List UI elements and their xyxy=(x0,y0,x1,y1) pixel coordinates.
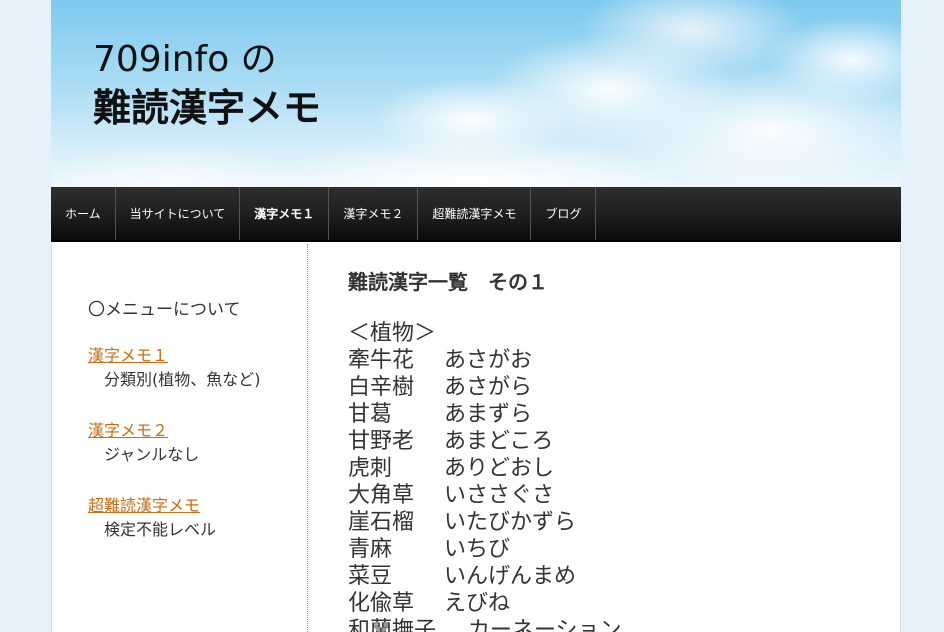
sidebar: 〇メニューについて 漢字メモ１ 分類別(植物、魚など) 漢字メモ２ ジャンルなし… xyxy=(52,244,308,632)
list-item: 白辛樹 あさがら xyxy=(348,374,622,401)
kanji-reading: あさがお xyxy=(444,348,533,373)
sidebar-item-super-kanji-memo: 超難読漢字メモ 検定不能レベル xyxy=(88,495,216,543)
nav-item-super-kanji-memo[interactable]: 超難読漢字メモ xyxy=(418,187,532,240)
kanji-reading: いたびかずら xyxy=(444,510,577,535)
nav-item-home[interactable]: ホーム xyxy=(51,187,116,240)
list-item: 大角草 いささぐさ xyxy=(348,482,622,509)
main-article: 難読漢字一覧 その１ ＜植物＞ 牽牛花 あさがお 白辛樹 あさがら 甘葛 あまずら 甘… xyxy=(348,244,898,632)
kanji-word: 甘葛 xyxy=(348,402,393,427)
kanji-word: 菜豆 xyxy=(348,564,393,589)
kanji-word: 化偸草 xyxy=(348,591,415,616)
nav-item-blog[interactable]: ブログ xyxy=(531,187,597,240)
sidebar-item-kanji-memo-2: 漢字メモ２ ジャンルなし xyxy=(88,420,199,468)
list-item: 菜豆 いんげんまめ xyxy=(348,563,622,590)
kanji-reading: あさがら xyxy=(444,375,533,400)
kanji-reading: ありどおし xyxy=(444,456,555,481)
global-nav: ホーム 当サイトについて 漢字メモ１ 漢字メモ２ 超難読漢字メモ ブログ xyxy=(51,187,901,242)
kanji-word: 青麻 xyxy=(348,537,393,562)
article-title: 難読漢字一覧 その１ xyxy=(348,270,548,294)
list-item: 虎刺 ありどおし xyxy=(348,455,622,482)
site-title[interactable]: 709info の 難読漢字メモ xyxy=(93,36,321,132)
page: 709info の 難読漢字メモ ホーム 当サイトについて 漢字メモ１ 漢字メモ… xyxy=(51,0,901,632)
category-heading: ＜植物＞ xyxy=(348,321,437,346)
kanji-reading: いささぐさ xyxy=(444,483,555,508)
list-item: 青麻 いちび xyxy=(348,536,622,563)
kanji-word: 大角草 xyxy=(348,483,415,508)
kanji-reading: えびね xyxy=(444,591,511,616)
sidebar-link-kanji-memo-2[interactable]: 漢字メモ２ xyxy=(88,420,199,442)
sidebar-heading: 〇メニューについて xyxy=(88,300,241,320)
site-title-line1: 709info の xyxy=(93,39,277,80)
sidebar-link-super-kanji-memo[interactable]: 超難読漢字メモ xyxy=(88,495,216,517)
list-item: 甘野老 あまどころ xyxy=(348,428,622,455)
header-banner: 709info の 難読漢字メモ xyxy=(51,0,901,187)
list-item: 牽牛花 あさがお xyxy=(348,347,622,374)
kanji-reading: いんげんまめ xyxy=(444,564,577,589)
kanji-word: 和蘭撫子 xyxy=(348,618,437,632)
site-title-line2: 難読漢字メモ xyxy=(93,86,322,130)
content-area: 〇メニューについて 漢字メモ１ 分類別(植物、魚など) 漢字メモ２ ジャンルなし… xyxy=(51,244,901,632)
sidebar-link-kanji-memo-1[interactable]: 漢字メモ１ xyxy=(88,345,261,367)
kanji-word: 崖石榴 xyxy=(348,510,415,535)
sidebar-desc: 検定不能レベル xyxy=(104,520,217,539)
kanji-word: 虎刺 xyxy=(348,456,393,481)
kanji-list: ＜植物＞ 牽牛花 あさがお 白辛樹 あさがら 甘葛 あまずら 甘野老 あまどころ 虎刺 あ… xyxy=(348,320,622,632)
list-item: 和蘭撫子 カーネーション xyxy=(348,617,622,632)
nav-item-about[interactable]: 当サイトについて xyxy=(116,187,241,240)
kanji-word: 牽牛花 xyxy=(348,348,415,373)
list-item: 甘葛 あまずら xyxy=(348,401,622,428)
sidebar-desc: 分類別(植物、魚など) xyxy=(104,370,261,389)
list-item: 化偸草 えびね xyxy=(348,590,622,617)
sidebar-desc: ジャンルなし xyxy=(104,445,200,464)
kanji-reading: あまどころ xyxy=(444,429,554,454)
kanji-word: 甘野老 xyxy=(348,429,415,454)
kanji-reading: いちび xyxy=(444,537,511,562)
kanji-reading: あまずら xyxy=(444,402,533,427)
sidebar-item-kanji-memo-1: 漢字メモ１ 分類別(植物、魚など) xyxy=(88,345,261,393)
nav-item-kanji-memo-2[interactable]: 漢字メモ２ xyxy=(329,187,419,240)
kanji-reading: カーネーション xyxy=(468,618,622,632)
kanji-word: 白辛樹 xyxy=(348,375,415,400)
list-item: 崖石榴 いたびかずら xyxy=(348,509,622,536)
nav-item-kanji-memo-1[interactable]: 漢字メモ１ xyxy=(240,187,330,240)
